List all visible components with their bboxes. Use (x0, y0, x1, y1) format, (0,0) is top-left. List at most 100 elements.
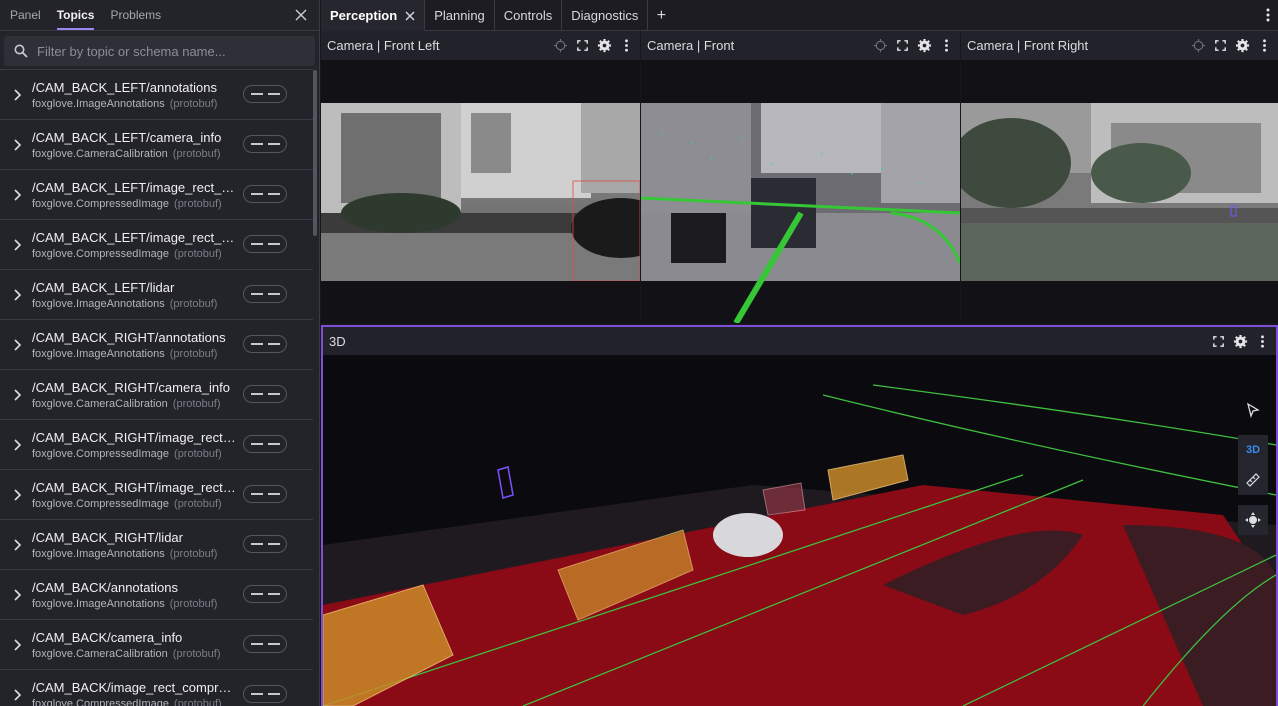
3d-viewport[interactable]: 3D (323, 355, 1276, 706)
schema-encoding: (protobuf) (169, 348, 218, 360)
topic-drag-handle[interactable] (243, 285, 287, 303)
chevron-right-icon[interactable] (13, 489, 23, 501)
add-tab-button[interactable]: + (648, 0, 674, 30)
more-vertical-icon[interactable] (1257, 38, 1272, 53)
topic-row[interactable]: /CAM_BACK/image_rect_compres... foxglove.… (0, 670, 313, 706)
topic-drag-handle[interactable] (243, 635, 287, 653)
topic-search-input[interactable] (37, 43, 315, 59)
topics-sidebar: Panel Topics Problems /CAM_BACK_LEFT/ann… (0, 0, 320, 706)
topic-row[interactable]: /CAM_BACK_LEFT/camera_info foxglove.Camer… (0, 120, 313, 170)
topic-list: /CAM_BACK_LEFT/annotations foxglove.Image… (0, 69, 313, 706)
3d-mode-toggle[interactable]: 3D (1238, 435, 1268, 465)
topic-drag-handle[interactable] (243, 185, 287, 203)
topic-row[interactable]: /CAM_BACK/annotations foxglove.ImageAnnot… (0, 570, 313, 620)
measure-tool-button[interactable] (1238, 465, 1268, 495)
close-icon[interactable] (405, 11, 415, 21)
topic-row[interactable]: /CAM_BACK_RIGHT/annotations foxglove.Imag… (0, 320, 313, 370)
topic-row[interactable]: /CAM_BACK_LEFT/lidar foxglove.ImageAnnota… (0, 270, 313, 320)
crosshair-icon[interactable] (553, 38, 568, 53)
chevron-right-icon[interactable] (13, 389, 23, 401)
topic-schema: foxglove.ImageAnnotations (protobuf) (32, 348, 217, 360)
topic-schema: foxglove.CompressedImage (protobuf) (32, 198, 222, 210)
camera-image (321, 103, 640, 281)
topic-drag-handle[interactable] (243, 85, 287, 103)
tab-panel[interactable]: Panel (2, 0, 49, 30)
select-tool-button[interactable] (1238, 395, 1268, 425)
fullscreen-icon[interactable] (1213, 38, 1228, 53)
camera-front-left-panel[interactable]: Camera | Front Left (321, 31, 640, 323)
topic-name: /CAM_BACK_LEFT/lidar (32, 280, 175, 295)
schema-name: foxglove.ImageAnnotations (32, 298, 165, 310)
topic-schema: foxglove.CompressedImage (protobuf) (32, 248, 222, 260)
tab-perception[interactable]: Perception (321, 0, 426, 31)
panel-title[interactable]: Camera | Front Right (967, 38, 1191, 53)
panel-toolbar: 3D (323, 327, 1276, 355)
schema-encoding: (protobuf) (174, 498, 222, 510)
chevron-right-icon[interactable] (13, 239, 23, 251)
gear-icon[interactable] (1233, 334, 1248, 349)
chevron-right-icon[interactable] (13, 539, 23, 551)
topic-name: /CAM_BACK_RIGHT/image_rect_co... (32, 480, 238, 495)
schema-name: foxglove.ImageAnnotations (32, 598, 165, 610)
topic-row[interactable]: /CAM_BACK/camera_info foxglove.CameraCali… (0, 620, 313, 670)
close-icon[interactable] (293, 7, 309, 23)
topic-row[interactable]: /CAM_BACK_LEFT/image_rect_co... foxglove.… (0, 170, 313, 220)
gear-icon[interactable] (1235, 38, 1250, 53)
panel-actions (1211, 334, 1276, 349)
schema-name: foxglove.CameraCalibration (32, 398, 168, 410)
topic-drag-handle[interactable] (243, 235, 287, 253)
tab-problems[interactable]: Problems (102, 0, 169, 30)
chevron-right-icon[interactable] (13, 189, 23, 201)
panel-title[interactable]: Camera | Front (647, 38, 873, 53)
gear-icon[interactable] (597, 38, 612, 53)
publish-point-button[interactable] (1238, 505, 1268, 535)
topic-row[interactable]: /CAM_BACK_LEFT/annotations foxglove.Image… (0, 70, 313, 120)
gear-icon[interactable] (917, 38, 932, 53)
topic-list-scrollbar[interactable] (313, 70, 317, 236)
topic-row[interactable]: /CAM_BACK_RIGHT/lidar foxglove.ImageAnnot… (0, 520, 313, 570)
topic-drag-handle[interactable] (243, 385, 287, 403)
chevron-right-icon[interactable] (13, 89, 23, 101)
chevron-right-icon[interactable] (13, 589, 23, 601)
fullscreen-icon[interactable] (1211, 334, 1226, 349)
topic-row[interactable]: /CAM_BACK_LEFT/image_rect_co... foxglove.… (0, 220, 313, 270)
chevron-right-icon[interactable] (13, 439, 23, 451)
topic-drag-handle[interactable] (243, 135, 287, 153)
chevron-right-icon[interactable] (13, 289, 23, 301)
tab-topics[interactable]: Topics (49, 0, 103, 30)
topic-drag-handle[interactable] (243, 535, 287, 553)
topic-drag-handle[interactable] (243, 585, 287, 603)
more-vertical-icon[interactable] (619, 38, 634, 53)
fullscreen-icon[interactable] (895, 38, 910, 53)
tab-planning[interactable]: Planning (425, 0, 495, 31)
panel-title[interactable]: 3D (329, 334, 1211, 349)
fullscreen-icon[interactable] (575, 38, 590, 53)
topic-name: /CAM_BACK_LEFT/image_rect_co... (32, 180, 238, 195)
topic-row[interactable]: /CAM_BACK_RIGHT/image_rect_co... foxglove… (0, 470, 313, 520)
chevron-right-icon[interactable] (13, 639, 23, 651)
topic-drag-handle[interactable] (243, 335, 287, 353)
topic-drag-handle[interactable] (243, 435, 287, 453)
topic-name: /CAM_BACK_RIGHT/camera_info (32, 380, 230, 395)
topic-row[interactable]: /CAM_BACK_RIGHT/image_rect_co... foxglove… (0, 420, 313, 470)
topic-drag-handle[interactable] (243, 685, 287, 703)
panel-title[interactable]: Camera | Front Left (327, 38, 553, 53)
camera-front-right-panel[interactable]: Camera | Front Right (961, 31, 1278, 323)
camera-front-panel[interactable]: Camera | Front (641, 31, 960, 323)
more-vertical-icon[interactable] (1255, 334, 1270, 349)
topic-name: /CAM_BACK_LEFT/image_rect_co... (32, 230, 238, 245)
schema-name: foxglove.CameraCalibration (32, 148, 168, 160)
panel-actions (553, 38, 640, 53)
topic-row[interactable]: /CAM_BACK_RIGHT/camera_info foxglove.Came… (0, 370, 313, 420)
3d-panel[interactable]: 3D 3D (321, 325, 1278, 706)
crosshair-icon[interactable] (873, 38, 888, 53)
more-vertical-icon[interactable] (1266, 8, 1270, 22)
tab-diagnostics[interactable]: Diagnostics (562, 0, 649, 31)
tab-controls[interactable]: Controls (495, 0, 563, 31)
crosshair-icon[interactable] (1191, 38, 1206, 53)
chevron-right-icon[interactable] (13, 139, 23, 151)
topic-drag-handle[interactable] (243, 485, 287, 503)
chevron-right-icon[interactable] (13, 339, 23, 351)
chevron-right-icon[interactable] (13, 689, 23, 701)
more-vertical-icon[interactable] (939, 38, 954, 53)
